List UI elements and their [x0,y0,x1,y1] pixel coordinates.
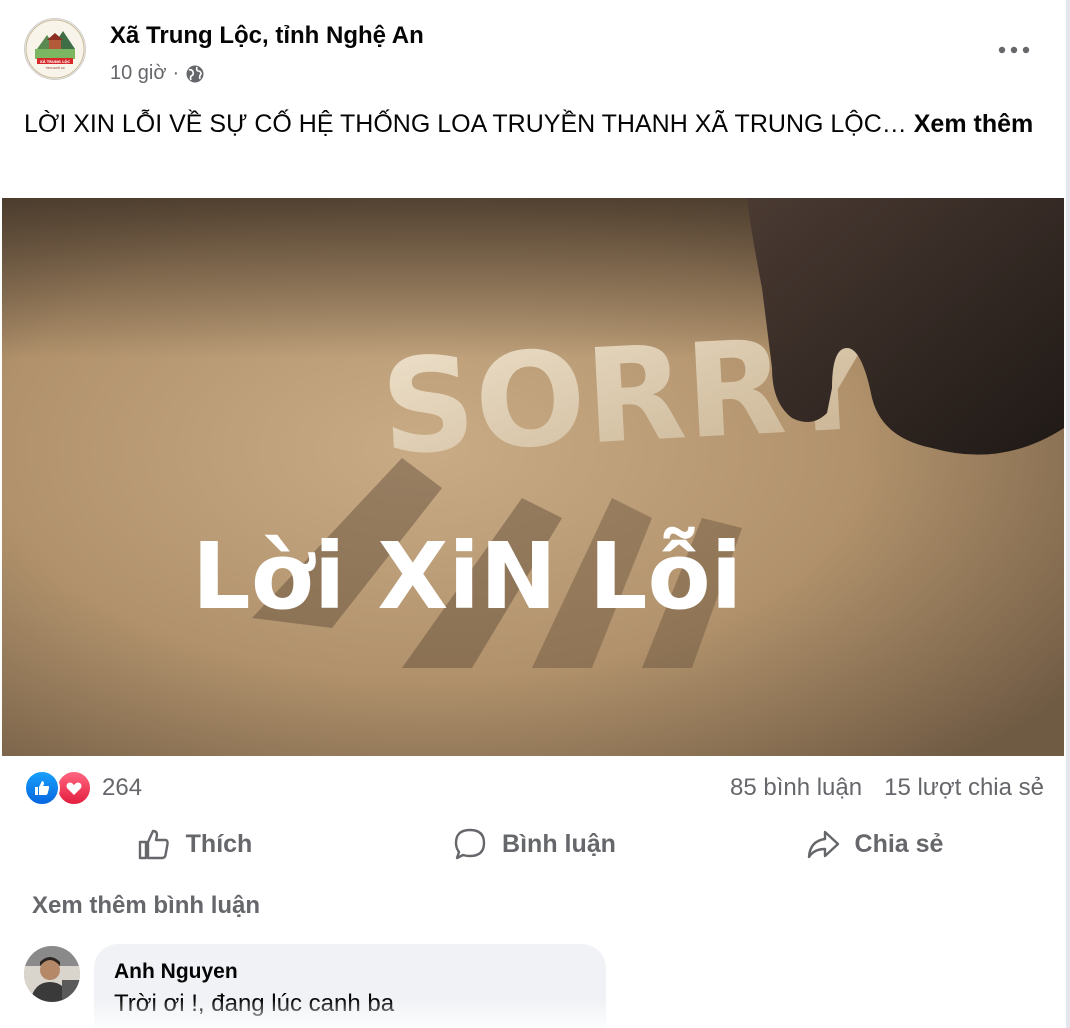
commenter-avatar[interactable] [24,946,80,1002]
more-options-button[interactable] [992,28,1036,72]
like-icon [24,770,60,806]
like-label: Thích [185,829,253,858]
post-header: XÃ TRUNG LỘC TỈNH NGHỆ AN Xã Trung Lộc, … [24,18,1044,90]
sorry-photo: SORRY Lời XiN Lỗi [2,198,1064,756]
more-dots-icon [998,46,1030,54]
bottom-fade [0,1000,1066,1028]
thumbs-up-icon [138,829,169,860]
comment-bubble-icon [454,828,486,860]
post-time[interactable]: 10 giờ [110,62,166,85]
share-arrow-icon [807,830,839,859]
post-image[interactable]: SORRY Lời XiN Lỗi [2,198,1064,756]
meta-separator: · [172,62,180,84]
share-button[interactable]: Chia sẻ [704,816,1044,872]
share-label: Chia sẻ [854,829,944,858]
reactions-summary[interactable]: 264 [24,770,142,806]
view-more-comments-link[interactable]: Xem thêm bình luận [32,892,260,920]
logo-text: XÃ TRUNG LỘC [40,59,70,64]
comments-count[interactable]: 85 bình luận [730,774,862,802]
action-bar: Thích Bình luận Chia sẻ [24,816,1044,872]
loi-xin-loi-text: Lời XiN Lỗi [192,523,742,630]
reaction-count: 264 [102,774,143,801]
post-card: XÃ TRUNG LỘC TỈNH NGHỆ AN Xã Trung Lộc, … [0,0,1067,1028]
page-name[interactable]: Xã Trung Lộc, tỉnh Nghệ An [110,22,424,50]
shares-count[interactable]: 15 lượt chia sẻ [884,774,1044,802]
scrollbar-track[interactable] [1066,0,1070,1028]
post-body: LỜI XIN LỖI VỀ SỰ CỐ HỆ THỐNG LOA TRUYỀN… [24,110,907,138]
page-avatar[interactable]: XÃ TRUNG LỘC TỈNH NGHỆ AN [24,18,86,80]
comment-author[interactable]: Anh Nguyen [114,960,238,984]
see-more-link[interactable]: Xem thêm [914,110,1033,138]
post-text: LỜI XIN LỖI VỀ SỰ CỐ HỆ THỐNG LOA TRUYỀN… [24,106,1034,142]
comment-label: Bình luận [502,829,616,858]
like-button[interactable]: Thích [24,816,364,872]
love-icon [56,770,92,806]
post-meta: 10 giờ · [110,62,205,85]
user-photo [24,946,80,1002]
engagement-counts: 85 bình luận 15 lượt chia sẻ [730,774,1044,802]
post-stats: 264 85 bình luận 15 lượt chia sẻ [24,766,1044,810]
comment-button[interactable]: Bình luận [364,816,704,872]
page-logo: XÃ TRUNG LỘC TỈNH NGHỆ AN [25,19,85,79]
globe-icon [186,65,204,82]
